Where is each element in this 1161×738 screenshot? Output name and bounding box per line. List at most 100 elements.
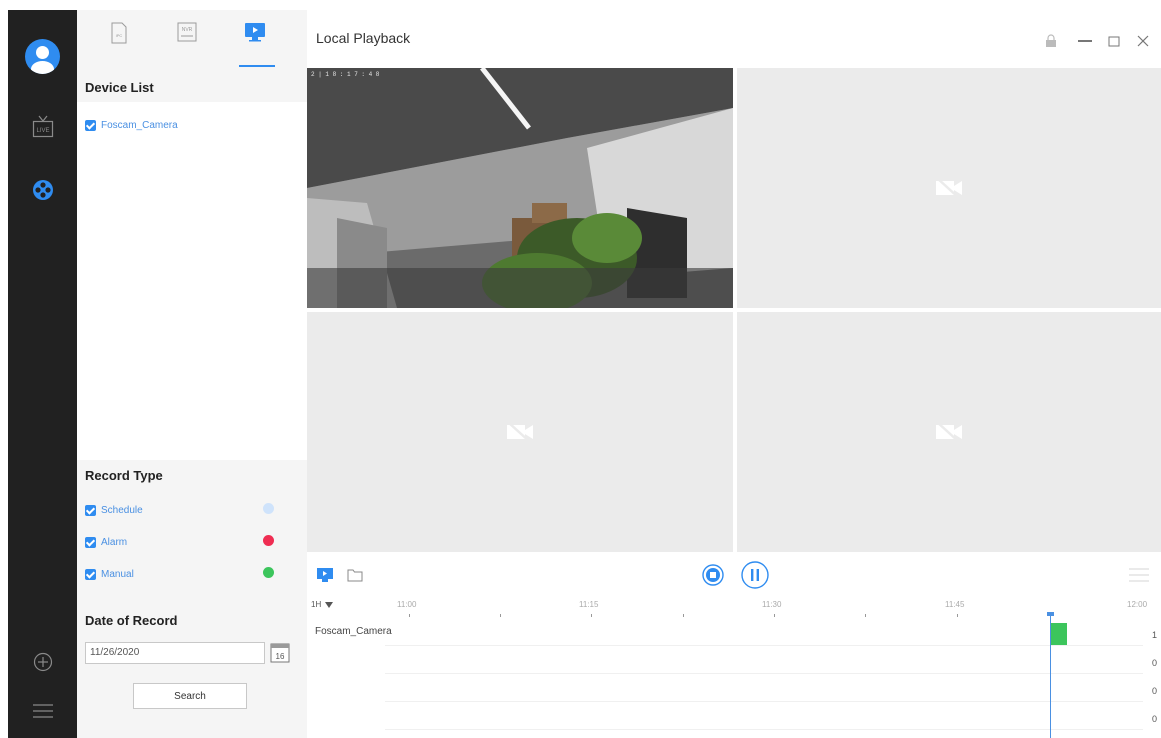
- stop-icon: [702, 564, 724, 586]
- main-menu-button[interactable]: [8, 694, 77, 728]
- video-tile-4[interactable]: [737, 312, 1161, 552]
- lock-button[interactable]: [1041, 32, 1061, 50]
- timeline-lane-count: 0: [1151, 658, 1157, 668]
- device-checkbox[interactable]: [85, 120, 96, 132]
- timeline-tick-label: 11:15: [579, 600, 599, 609]
- record-type-title: Record Type: [85, 468, 163, 483]
- maximize-icon: [1108, 36, 1120, 47]
- schedule-label: Schedule: [101, 505, 143, 517]
- close-icon: [1137, 35, 1149, 47]
- hamburger-menu-icon: [32, 704, 53, 718]
- folder-icon: [347, 569, 363, 582]
- tab-ipc[interactable]: IPC: [101, 22, 137, 62]
- chevron-down-icon: [325, 601, 334, 608]
- timeline-tick-mark: [957, 614, 958, 617]
- stop-all-button[interactable]: [701, 563, 725, 587]
- timeline[interactable]: 1H 11:00 11:15 11:30 11:45 12:00 Foscam_…: [307, 596, 1161, 738]
- local-monitor-icon: [317, 568, 333, 582]
- video-tile-3[interactable]: [307, 312, 733, 552]
- calendar-button[interactable]: 16: [269, 641, 291, 665]
- timeline-lane: [385, 678, 1143, 702]
- no-video-icon: [936, 177, 962, 199]
- date-of-record-title: Date of Record: [85, 613, 178, 628]
- timeline-lane-count: 0: [1151, 714, 1157, 724]
- timeline-lane: [385, 706, 1143, 730]
- maximize-button[interactable]: [1104, 32, 1124, 50]
- timeline-lane: [385, 650, 1143, 674]
- record-type-schedule[interactable]: Schedule: [85, 502, 285, 518]
- local-record-button[interactable]: [315, 565, 335, 585]
- playback-button[interactable]: [8, 173, 77, 207]
- timeline-tick-mark: [774, 614, 775, 617]
- device-list: Foscam_Camera: [77, 102, 307, 460]
- avatar-icon: [25, 38, 60, 74]
- alarm-checkbox[interactable]: [85, 537, 96, 549]
- timeline-lane: [385, 622, 1143, 646]
- video-tile-1[interactable]: 2 | 1 8 : 1 7 : 4 8: [307, 68, 733, 308]
- calendar-icon: 16: [270, 643, 290, 663]
- video-grid: 2 | 1 8 : 1 7 : 4 8: [307, 68, 1161, 552]
- timeline-tick-label: 12:00: [1127, 600, 1148, 609]
- svg-text:IPC: IPC: [116, 33, 123, 38]
- alarm-label: Alarm: [101, 537, 128, 549]
- minimize-icon: [1078, 40, 1092, 42]
- timeline-camera-label: Foscam_Camera: [315, 626, 392, 637]
- side-panel: IPC NVR Device List Foscam_Camera Record…: [77, 10, 307, 738]
- timeline-tick-mark: [683, 614, 684, 617]
- timeline-record-segment[interactable]: [1051, 623, 1067, 645]
- timeline-lane-count: 0: [1151, 686, 1157, 696]
- record-type-manual[interactable]: Manual: [85, 566, 285, 582]
- panel-tabs: IPC NVR: [77, 10, 307, 72]
- no-video-icon: [507, 421, 533, 443]
- pause-button[interactable]: [740, 560, 770, 590]
- lock-icon: [1046, 34, 1056, 47]
- record-type-alarm[interactable]: Alarm: [85, 534, 285, 550]
- search-button[interactable]: Search: [133, 683, 247, 709]
- manual-label: Manual: [101, 569, 134, 581]
- timeline-scale-value: 1H: [311, 600, 322, 609]
- timeline-tick-label: 11:45: [945, 600, 965, 609]
- timeline-tick-mark: [409, 614, 410, 617]
- tab-local-playback[interactable]: [237, 22, 273, 62]
- close-button[interactable]: [1133, 32, 1153, 50]
- alarm-color-dot: [263, 535, 274, 546]
- device-list-title: Device List: [85, 80, 154, 95]
- timeline-tick-mark: [865, 614, 866, 617]
- schedule-color-dot: [263, 503, 274, 514]
- active-tab-indicator: [239, 65, 275, 67]
- add-device-button[interactable]: [8, 645, 77, 679]
- video-tile-2[interactable]: [737, 68, 1161, 308]
- timeline-tick-mark: [500, 614, 501, 617]
- nvr-recorder-icon: NVR: [177, 22, 197, 42]
- title-bar: Local Playback: [307, 10, 1161, 68]
- timeline-playhead[interactable]: [1050, 614, 1051, 738]
- ipc-document-icon: IPC: [111, 22, 127, 44]
- svg-text:NVR: NVR: [182, 27, 193, 33]
- manual-color-dot: [263, 567, 274, 578]
- layout-list-button[interactable]: [1127, 565, 1151, 585]
- pause-icon: [741, 561, 769, 589]
- device-label: Foscam_Camera: [101, 120, 178, 132]
- timeline-tick-label: 11:00: [397, 600, 417, 609]
- app-window: LIVE IPC NVR Device List Foscam_Camera R…: [0, 0, 1161, 738]
- timeline-scale-select[interactable]: 1H: [311, 600, 334, 609]
- date-input[interactable]: 11/26/2020: [85, 642, 265, 664]
- timeline-playhead-handle[interactable]: [1047, 612, 1054, 616]
- timeline-tick-mark: [591, 614, 592, 617]
- minimize-button[interactable]: [1075, 32, 1095, 50]
- svg-text:2 | 1 8 : 1 7 : 4 8: 2 | 1 8 : 1 7 : 4 8: [311, 71, 380, 78]
- device-item-foscam-camera[interactable]: Foscam_Camera: [85, 117, 178, 135]
- tab-nvr[interactable]: NVR: [169, 22, 205, 62]
- svg-text:16: 16: [276, 652, 285, 661]
- list-lines-icon: [1129, 568, 1149, 582]
- timeline-lane-count: 1: [1151, 630, 1157, 640]
- timeline-tick-label: 11:30: [762, 600, 782, 609]
- live-view-button[interactable]: LIVE: [8, 110, 77, 144]
- user-avatar[interactable]: [8, 34, 77, 78]
- playback-controls: [307, 556, 1161, 596]
- live-tv-icon: LIVE: [32, 115, 53, 138]
- manual-checkbox[interactable]: [85, 569, 96, 581]
- open-folder-button[interactable]: [345, 565, 365, 585]
- local-monitor-icon: [245, 23, 265, 42]
- schedule-checkbox[interactable]: [85, 505, 96, 517]
